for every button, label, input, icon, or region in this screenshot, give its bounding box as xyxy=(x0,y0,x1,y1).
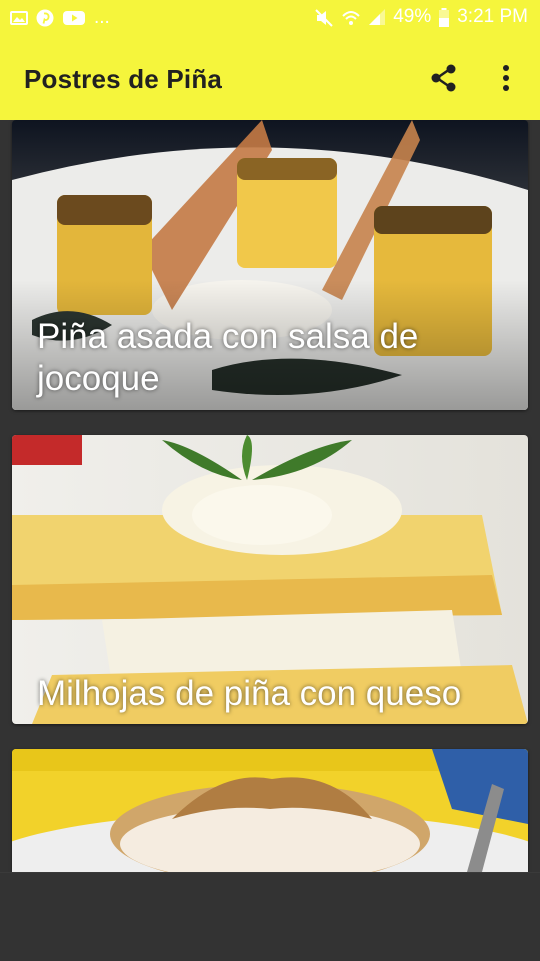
image-icon xyxy=(10,9,28,27)
app-bar: Postres de Piña xyxy=(0,36,540,120)
recipe-card[interactable]: Piña asada con salsa de jocoque xyxy=(12,120,528,410)
recipe-list[interactable]: Piña asada con salsa de jocoque Milhojas… xyxy=(0,120,540,872)
status-bar: ... 49% 3:21 PM xyxy=(0,0,540,36)
more-vert-icon xyxy=(502,64,510,97)
bottom-area xyxy=(0,872,540,961)
recipe-title: Piña asada con salsa de jocoque xyxy=(37,317,419,398)
battery-percent: 49% xyxy=(393,6,432,27)
status-overflow: ... xyxy=(94,7,110,28)
status-time: 3:21 PM xyxy=(457,6,528,27)
recipe-card[interactable]: Milhojas de piña con queso xyxy=(12,435,528,724)
battery-icon xyxy=(438,8,450,27)
app-title: Postres de Piña xyxy=(24,64,223,94)
recipe-title: Milhojas de piña con queso xyxy=(37,674,462,713)
share-icon xyxy=(429,63,459,98)
signal-icon xyxy=(368,8,386,26)
mute-icon xyxy=(314,8,334,27)
share-button[interactable] xyxy=(424,60,464,100)
pinterest-icon xyxy=(36,9,54,27)
recipe-image xyxy=(12,749,528,872)
more-options-button[interactable] xyxy=(488,60,524,100)
recipe-card[interactable] xyxy=(12,749,528,872)
youtube-icon xyxy=(62,9,86,27)
wifi-icon xyxy=(341,8,361,26)
